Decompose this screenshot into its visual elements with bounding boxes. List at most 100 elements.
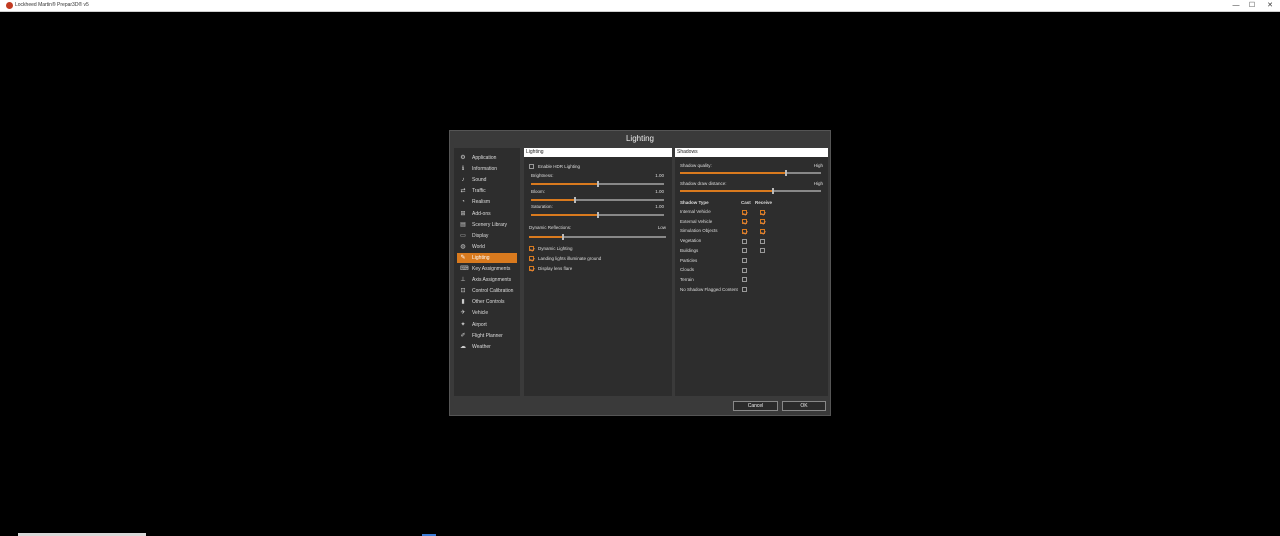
receive-checkbox[interactable] xyxy=(760,238,765,244)
sidebar-item-label: Key Assignments xyxy=(472,266,511,272)
shadow-row-label: Clouds xyxy=(680,267,695,273)
bloom-slider-thumb[interactable] xyxy=(573,197,576,203)
dynamic-reflections-slider[interactable] xyxy=(529,234,666,240)
receive-checkbox[interactable] xyxy=(760,228,765,234)
dynamic-lighting-checkbox[interactable] xyxy=(529,246,534,251)
sidebar-item-label: Sound xyxy=(472,177,487,184)
sidebar-item-label: Other Controls xyxy=(472,299,505,306)
receive-checkbox[interactable] xyxy=(760,219,765,225)
cast-checkbox[interactable] xyxy=(742,209,747,215)
dynamic-reflections-value: Low xyxy=(657,225,666,230)
cast-checkbox[interactable] xyxy=(742,258,747,263)
dynamic-reflections-slider-thumb[interactable] xyxy=(562,234,565,240)
sidebar-item-scenery-library[interactable]: ▤ Scenery Library xyxy=(457,220,517,230)
sidebar-item-key-assignments[interactable]: ⌨ Key Assignments xyxy=(457,264,517,274)
cast-header: Cast xyxy=(741,200,751,205)
ok-button[interactable]: OK xyxy=(782,401,826,411)
lighting-panel: Lighting Enable HDR Lighting Brightness:… xyxy=(524,148,672,396)
sidebar-item-lighting[interactable]: ✎ Lighting xyxy=(457,252,517,263)
saturation-slider-thumb[interactable] xyxy=(596,212,599,218)
cast-checkbox[interactable] xyxy=(742,248,747,254)
sidebar-item-other-controls[interactable]: ▮ Other Controls xyxy=(457,297,517,307)
shadow-draw-distance-slider-thumb[interactable] xyxy=(772,188,775,194)
info-icon: ℹ xyxy=(461,166,465,173)
sidebar-item-vehicle[interactable]: ✈ Vehicle xyxy=(457,308,517,318)
brightness-slider-thumb[interactable] xyxy=(596,181,599,187)
sidebar-item-traffic[interactable]: ⇄ Traffic xyxy=(457,186,517,196)
lens-flare-checkbox[interactable] xyxy=(529,266,534,271)
sidebar-item-flight-planner[interactable]: ✐ Flight Planner xyxy=(457,331,517,341)
sidebar-item-information[interactable]: ℹ Information xyxy=(457,164,517,174)
cast-checkbox[interactable] xyxy=(742,287,747,293)
receive-checkbox[interactable] xyxy=(760,209,765,215)
sidebar-item-airport[interactable]: ✦ Airport xyxy=(457,320,517,330)
sidebar-item-realism[interactable]: ◔ Realism xyxy=(457,197,517,207)
saturation-label: Saturation: xyxy=(531,204,553,209)
sidebar-item-weather[interactable]: ☁ Weather xyxy=(457,342,517,352)
sidebar-item-world[interactable]: ◍ World xyxy=(457,242,517,252)
shadow-draw-distance-slider[interactable] xyxy=(680,188,821,194)
shadow-row-label: Vegetation xyxy=(680,238,702,244)
saturation-value: 1.00 xyxy=(655,204,664,209)
cast-checkbox[interactable] xyxy=(742,267,747,273)
sidebar-item-add-ons[interactable]: ⊞ Add-ons xyxy=(457,209,517,219)
sidebar-item-control-calibration[interactable]: ⊡ Control Calibration xyxy=(457,286,517,296)
shadow-row-label: Internal Vehicle xyxy=(680,209,711,214)
sidebar-item-display[interactable]: ▭ Display xyxy=(457,231,517,241)
sidebar-item-label: Weather xyxy=(472,343,491,350)
sidebar-item-label: Lighting xyxy=(472,254,490,261)
close-button[interactable]: ✕ xyxy=(1262,0,1278,11)
landing-lights-checkbox[interactable] xyxy=(529,256,534,261)
joystick-icon: ⊥ xyxy=(460,277,466,284)
controller-icon: ▮ xyxy=(461,299,465,306)
airport-icon: ✦ xyxy=(460,321,466,328)
sidebar-item-application[interactable]: ⚙ Application xyxy=(457,153,517,163)
cast-checkbox[interactable] xyxy=(742,238,747,244)
bloom-slider[interactable] xyxy=(531,197,664,203)
receive-header: Receive xyxy=(755,200,773,205)
cast-checkbox[interactable] xyxy=(742,277,747,283)
keyboard-icon: ⌨ xyxy=(460,266,469,272)
shadow-row-label: Terrain xyxy=(680,276,694,282)
shadow-type-header: Shadow Type xyxy=(680,200,709,205)
sidebar-item-label: World xyxy=(472,243,485,250)
window-title: Lockheed Martin® Prepar3D® v5 xyxy=(15,2,89,8)
dialog-title: Lighting xyxy=(625,134,655,143)
saturation-slider[interactable] xyxy=(531,212,664,218)
shadow-row-label: External Vehicle xyxy=(680,218,713,224)
shadow-row-label: Simulation Objects xyxy=(680,228,718,234)
enable-hdr-checkbox[interactable] xyxy=(529,164,534,169)
brightness-value: 1.00 xyxy=(655,173,664,178)
sidebar-item-label: Add-ons xyxy=(472,210,491,217)
planner-icon: ✐ xyxy=(460,332,466,339)
brightness-slider[interactable] xyxy=(531,181,664,187)
settings-sidebar: ⚙ Application ℹ Information ♪ Sound ⇄ Traffic ◔ R… xyxy=(454,148,520,396)
sidebar-item-label: Realism xyxy=(472,199,491,206)
shadow-row-label: Particles xyxy=(680,257,698,263)
cast-checkbox[interactable] xyxy=(742,219,747,225)
sidebar-item-sound[interactable]: ♪ Sound xyxy=(457,175,517,185)
receive-checkbox[interactable] xyxy=(760,248,765,254)
minimize-button[interactable]: — xyxy=(1228,0,1244,11)
shadow-row-label: No Shadow Flagged Content xyxy=(680,286,738,292)
enable-hdr-label: Enable HDR Lighting xyxy=(538,163,581,169)
shadow-quality-slider-thumb[interactable] xyxy=(784,170,787,176)
cast-checkbox[interactable] xyxy=(742,228,747,234)
bloom-value: 1.00 xyxy=(655,189,664,194)
sidebar-item-label: Traffic xyxy=(472,188,486,195)
shadow-quality-value: High xyxy=(813,163,823,168)
shadows-panel-header: Shadows xyxy=(675,148,828,157)
sidebar-item-label: Information xyxy=(472,166,498,173)
dynamic-lighting-label: Dynamic Lighting xyxy=(538,245,573,251)
bloom-label: Bloom: xyxy=(531,189,546,194)
cancel-button[interactable]: Cancel xyxy=(733,401,778,411)
sidebar-item-label: Airport xyxy=(472,321,487,328)
calibration-icon: ⊡ xyxy=(460,288,466,295)
maximize-button[interactable]: ☐ xyxy=(1244,0,1260,11)
sidebar-item-label: Flight Planner xyxy=(472,332,503,339)
lighting-panel-header: Lighting xyxy=(524,148,672,157)
sidebar-item-axis-assignments[interactable]: ⊥ Axis Assignments xyxy=(457,275,517,285)
shadow-quality-slider[interactable] xyxy=(680,170,821,176)
library-icon: ▤ xyxy=(460,221,466,228)
landing-lights-label: Landing lights illuminate ground xyxy=(538,255,602,261)
